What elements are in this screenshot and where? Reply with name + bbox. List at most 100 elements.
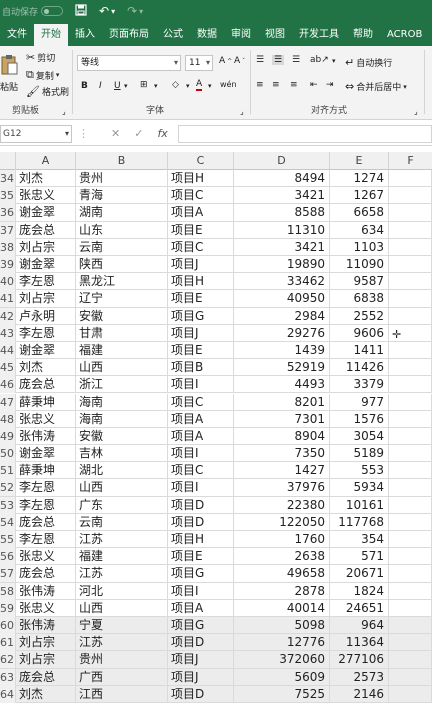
cell-b[interactable]: 浙江 [76, 376, 168, 394]
cell-c[interactable]: 项目H [168, 273, 234, 291]
cell-c[interactable]: 项目A [168, 410, 234, 428]
cell-b[interactable]: 江苏 [76, 634, 168, 652]
bold-icon[interactable]: B [81, 81, 88, 91]
cell-f[interactable] [389, 548, 432, 566]
cell-c[interactable]: 项目E [168, 341, 234, 359]
cell-d[interactable]: 8904 [234, 427, 330, 445]
cell-c[interactable]: 项目G [168, 565, 234, 583]
row-header[interactable]: 48 [0, 410, 16, 428]
orientation-icon[interactable]: ab↗ [310, 55, 329, 65]
column-header[interactable]: B [76, 152, 168, 170]
cell-a[interactable]: 庞会总 [16, 565, 76, 583]
cell-e[interactable]: 9606 [330, 324, 389, 342]
cell-e[interactable]: 1576 [330, 410, 389, 428]
row-header[interactable]: 50 [0, 445, 16, 463]
tab-9[interactable]: 帮助 [346, 24, 380, 46]
cell-b[interactable]: 黑龙江 [76, 273, 168, 291]
cell-e[interactable]: 11426 [330, 359, 389, 377]
cell-b[interactable]: 山西 [76, 599, 168, 617]
row-header[interactable]: 63 [0, 668, 16, 686]
cell-a[interactable]: 谢金翠 [16, 204, 76, 222]
paste-button[interactable]: 粘贴 [0, 54, 18, 93]
cell-d[interactable]: 40014 [234, 599, 330, 617]
cell-a[interactable]: 庞会总 [16, 376, 76, 394]
select-all-corner[interactable] [0, 152, 16, 170]
merge-center-button[interactable]: ⇔ 合并后居中 ▾ [345, 80, 407, 93]
row-header[interactable]: 37 [0, 221, 16, 239]
cell-c[interactable]: 项目A [168, 427, 234, 445]
cell-a[interactable]: 张忠义 [16, 187, 76, 205]
cell-c[interactable]: 项目D [168, 685, 234, 703]
increase-font-icon[interactable]: A ^ [219, 56, 232, 66]
cell-b[interactable]: 山西 [76, 359, 168, 377]
align-center-icon[interactable]: ≡ [272, 80, 280, 90]
cell-d[interactable]: 2638 [234, 548, 330, 566]
phonetic-icon[interactable]: wén [220, 80, 237, 89]
align-right-icon[interactable]: ≡ [290, 80, 298, 90]
row-header[interactable]: 52 [0, 479, 16, 497]
tab-3[interactable]: 页面布局 [102, 24, 156, 46]
row-header[interactable]: 56 [0, 548, 16, 566]
row-header[interactable]: 34 [0, 170, 16, 187]
cell-f[interactable] [389, 531, 432, 549]
cell-a[interactable]: 张忠义 [16, 599, 76, 617]
redo-icon[interactable]: ↷ [127, 4, 137, 18]
cell-d[interactable]: 49658 [234, 565, 330, 583]
row-header[interactable]: 47 [0, 393, 16, 411]
orientation-dropdown-icon[interactable]: ▾ [332, 57, 336, 65]
cell-f[interactable] [389, 668, 432, 686]
tab-2[interactable]: 插入 [68, 24, 102, 46]
copy-dropdown-icon[interactable]: ▾ [56, 71, 60, 79]
cell-a[interactable]: 刘杰 [16, 170, 76, 187]
cell-d[interactable]: 29276 [234, 324, 330, 342]
cell-f[interactable] [389, 307, 432, 325]
cell-f[interactable] [389, 290, 432, 308]
row-header[interactable]: 54 [0, 513, 16, 531]
cell-b[interactable]: 广西 [76, 668, 168, 686]
border-dropdown-icon[interactable]: ▾ [154, 82, 158, 90]
column-header[interactable]: D [234, 152, 330, 170]
cell-b[interactable]: 云南 [76, 513, 168, 531]
cell-d[interactable]: 3421 [234, 187, 330, 205]
cell-c[interactable]: 项目J [168, 324, 234, 342]
cell-b[interactable]: 湖北 [76, 462, 168, 480]
cell-f[interactable] [389, 376, 432, 394]
align-middle-icon[interactable]: ☰ [272, 55, 285, 65]
column-header[interactable]: A [16, 152, 76, 170]
cell-d[interactable]: 372060 [234, 651, 330, 669]
cell-b[interactable]: 辽宁 [76, 290, 168, 308]
cell-f[interactable] [389, 634, 432, 652]
cell-a[interactable]: 庞会总 [16, 513, 76, 531]
cell-c[interactable]: 项目I [168, 582, 234, 600]
align-bottom-icon[interactable]: ☰ [292, 55, 300, 65]
cell-e[interactable]: 1103 [330, 238, 389, 256]
cell-c[interactable]: 项目J [168, 255, 234, 273]
tab-5[interactable]: 数据 [190, 24, 224, 46]
cell-f[interactable] [389, 170, 432, 187]
cell-e[interactable]: 1274 [330, 170, 389, 187]
cell-a[interactable]: 刘占宗 [16, 290, 76, 308]
column-header[interactable]: C [168, 152, 234, 170]
cell-f[interactable] [389, 445, 432, 463]
cell-a[interactable]: 谢金翠 [16, 445, 76, 463]
cell-b[interactable]: 贵州 [76, 651, 168, 669]
cell-c[interactable]: 项目A [168, 599, 234, 617]
underline-dropdown-icon[interactable]: ▾ [124, 82, 128, 90]
cell-f[interactable] [389, 427, 432, 445]
row-header[interactable]: 40 [0, 273, 16, 291]
cell-d[interactable]: 19890 [234, 255, 330, 273]
cell-e[interactable]: 1267 [330, 187, 389, 205]
cell-e[interactable]: 6658 [330, 204, 389, 222]
underline-icon[interactable]: U [114, 81, 121, 91]
cell-e[interactable]: 571 [330, 548, 389, 566]
cell-b[interactable]: 海南 [76, 410, 168, 428]
cell-d[interactable]: 7350 [234, 445, 330, 463]
cell-c[interactable]: 项目E [168, 548, 234, 566]
cell-d[interactable]: 5609 [234, 668, 330, 686]
wrap-text-button[interactable]: ↵ 自动换行 [345, 56, 392, 69]
name-box[interactable]: G12 ▾ [0, 124, 72, 143]
cut-button[interactable]: ✂ 剪切 [26, 51, 55, 64]
cell-f[interactable] [389, 582, 432, 600]
cell-c[interactable]: 项目E [168, 221, 234, 239]
cell-d[interactable]: 11310 [234, 221, 330, 239]
